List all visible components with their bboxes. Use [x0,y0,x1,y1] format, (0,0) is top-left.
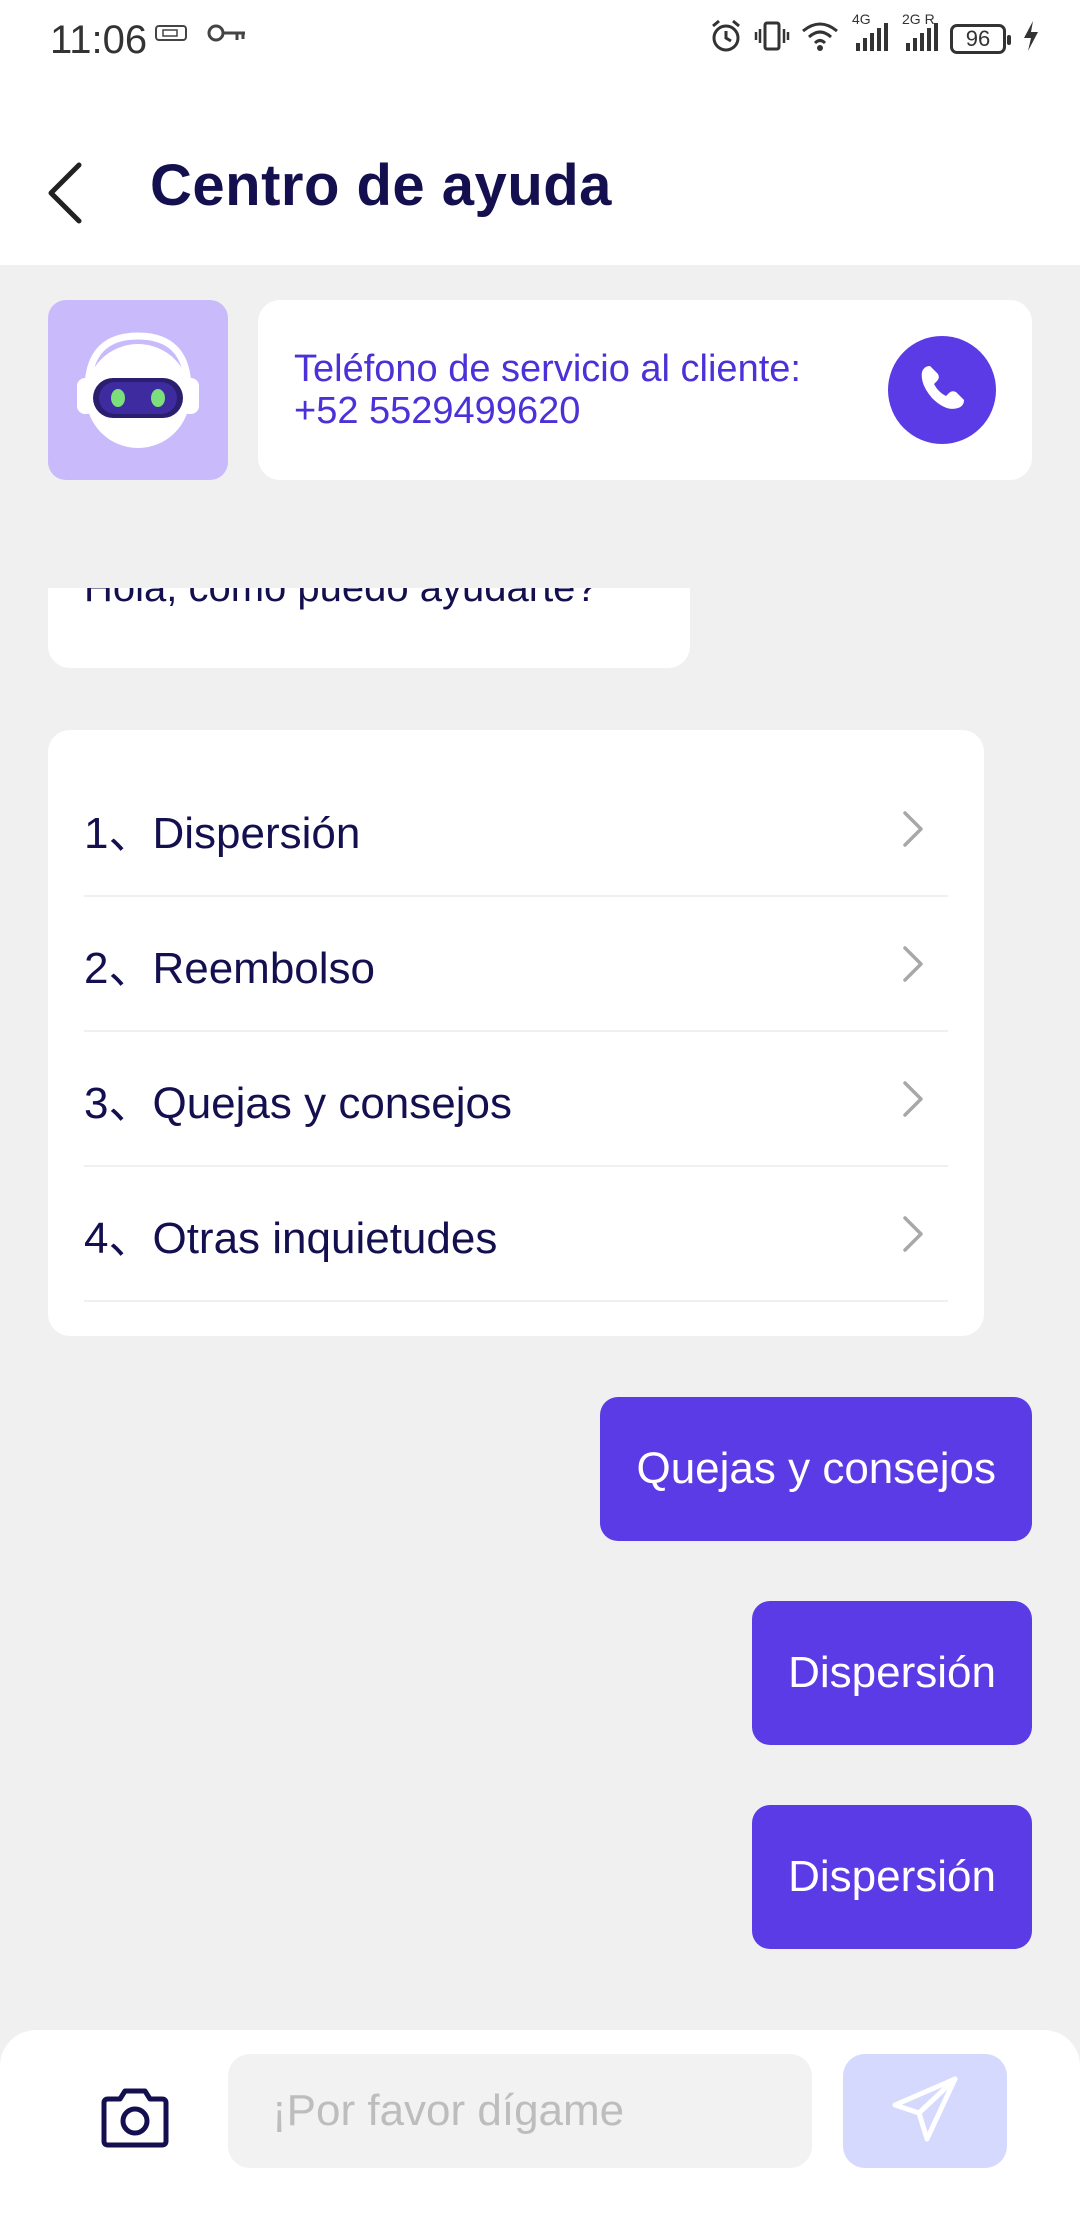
help-topics-card: 1、Dispersión 2、Reembolso 3、Quejas y cons… [48,730,984,1336]
cellular-signal-2-icon: 2G R [900,11,940,58]
menu-item-quejas[interactable]: 3、Quejas y consejos [84,1032,948,1167]
battery-level: 96 [965,25,991,51]
network-type-label: 4G [852,11,871,27]
menu-item-dispersion[interactable]: 1、Dispersión [84,762,948,897]
service-info: Teléfono de servicio al cliente: +52 552… [294,348,801,432]
network-type-label-2: 2G R [902,11,935,27]
send-button[interactable] [843,2054,1007,2168]
vibrate-icon [754,18,790,59]
alarm-icon [708,18,744,59]
sim-card-icon [155,23,189,48]
chevron-right-icon [898,1079,928,1119]
app-header: Centro de ayuda [0,80,1080,265]
menu-item-label: 1、Dispersión [84,808,361,858]
message-input[interactable] [228,2054,812,2168]
menu-item-otras[interactable]: 4、Otras inquietudes [84,1167,948,1302]
help-topics-list: 1、Dispersión 2、Reembolso 3、Quejas y cons… [84,762,948,1302]
camera-icon [98,2087,172,2154]
service-phone-number[interactable]: +52 5529499620 [294,390,801,432]
status-bar: 11:06 4G 2G R 96 [0,0,1080,80]
user-message-bubble: Dispersión [752,1601,1032,1745]
page-title: Centro de ayuda [150,153,612,218]
key-icon [207,22,247,49]
menu-item-label: 4、Otras inquietudes [84,1213,498,1263]
cellular-signal-icon: 4G [850,11,890,58]
status-right-icons: 4G 2G R 96 [708,11,1040,59]
charging-icon [1022,20,1040,57]
chevron-left-icon [45,161,85,230]
wifi-icon [800,19,840,58]
user-message-bubble: Dispersión [752,1805,1032,1949]
greeting-text: Hola, cómo puedo ayudarte? [84,588,598,610]
menu-item-reembolso[interactable]: 2、Reembolso [84,897,948,1032]
bot-greeting-bubble: Hola, cómo puedo ayudarte? [48,588,690,668]
menu-item-label: 2、Reembolso [84,943,376,993]
user-message-bubble: Quejas y consejos [600,1397,1032,1541]
customer-service-card: Teléfono de servicio al cliente: +52 552… [258,300,1032,480]
chevron-right-icon [898,944,928,984]
camera-button[interactable] [95,2080,175,2160]
back-button[interactable] [40,155,90,235]
bot-avatar [48,300,228,480]
message-composer [0,2030,1080,2240]
menu-item-label: 3、Quejas y consejos [84,1078,512,1128]
call-button[interactable] [888,336,996,444]
paper-plane-icon [889,2073,961,2150]
chevron-right-icon [898,809,928,849]
chevron-right-icon [898,1214,928,1254]
battery-indicator: 96 [950,23,1011,54]
robot-icon [63,318,213,463]
status-left-icons [155,22,247,49]
service-phone-label: Teléfono de servicio al cliente: [294,348,801,390]
phone-icon [916,362,968,419]
status-time: 11:06 [50,18,148,62]
